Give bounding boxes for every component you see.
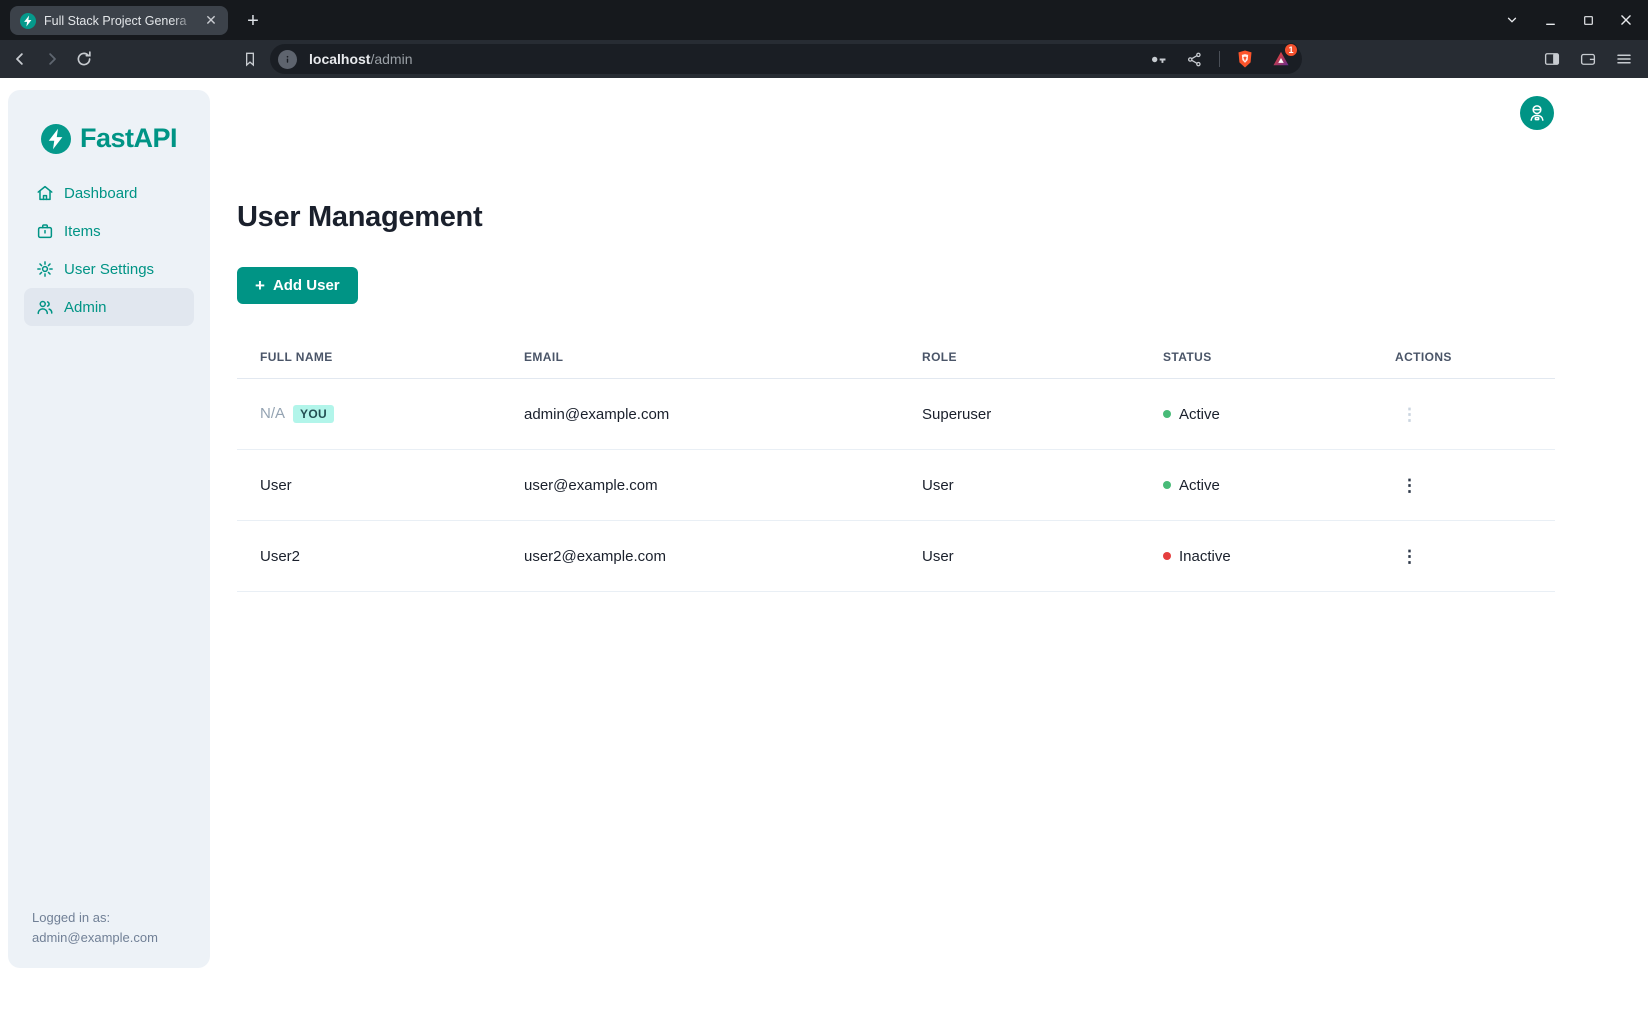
sidebar-item-label: User Settings: [64, 261, 154, 278]
sidebar-item-admin[interactable]: Admin: [24, 288, 194, 326]
browser-window: Full Stack Project Genera ✕ +: [0, 0, 1648, 1025]
url-host: localhost: [309, 51, 370, 67]
gear-icon: [36, 260, 54, 278]
sidebar: FastAPI Dashboard Items User Settings: [8, 90, 210, 968]
password-key-icon[interactable]: [1147, 48, 1169, 70]
kebab-menu-icon[interactable]: ⋮: [1395, 544, 1424, 569]
maximize-button[interactable]: [1574, 6, 1602, 34]
back-button[interactable]: [6, 45, 34, 73]
status-label: Inactive: [1179, 548, 1231, 565]
brave-shield-icon[interactable]: [1234, 48, 1256, 70]
cell-email: user@example.com: [501, 450, 899, 521]
toolbar-divider: [1219, 51, 1220, 67]
logged-in-label: Logged in as:: [32, 908, 158, 928]
table-header-row: FULL NAME EMAIL ROLE STATUS ACTIONS: [237, 336, 1555, 379]
add-user-button[interactable]: + Add User: [237, 267, 358, 304]
menu-hamburger-icon[interactable]: [1610, 45, 1638, 73]
column-header-role: ROLE: [899, 336, 1140, 379]
cell-actions: ⋮: [1372, 450, 1555, 521]
sidebar-item-user-settings[interactable]: User Settings: [24, 250, 194, 288]
cell-role: User: [899, 450, 1140, 521]
table-row: User user@example.com User Active ⋮: [237, 450, 1555, 521]
browser-tab[interactable]: Full Stack Project Genera ✕: [10, 6, 228, 35]
briefcase-icon: [36, 222, 54, 240]
column-header-actions: ACTIONS: [1372, 336, 1555, 379]
cell-full-name: N/A YOU: [237, 379, 501, 450]
user-menu-button[interactable]: [1520, 96, 1554, 130]
sidebar-item-label: Dashboard: [64, 185, 137, 202]
fastapi-favicon-icon: [20, 13, 36, 29]
close-window-button[interactable]: [1612, 6, 1640, 34]
logged-in-as: Logged in as: admin@example.com: [32, 908, 158, 948]
sidebar-item-dashboard[interactable]: Dashboard: [24, 174, 194, 212]
cell-actions: ⋮: [1372, 521, 1555, 592]
url-bar-actions: 1: [1147, 48, 1292, 70]
share-icon[interactable]: [1183, 48, 1205, 70]
window-controls: [1498, 0, 1640, 40]
you-badge: YOU: [293, 405, 334, 423]
table-row: N/A YOU admin@example.com Superuser Activ…: [237, 379, 1555, 450]
url-path: /admin: [370, 51, 412, 67]
browser-titlebar: Full Stack Project Genera ✕ +: [0, 0, 1648, 40]
cell-full-name: User2: [237, 521, 501, 592]
forward-button[interactable]: [38, 45, 66, 73]
column-header-full-name: FULL NAME: [237, 336, 501, 379]
url-text[interactable]: localhost/admin: [309, 51, 1147, 67]
cell-role: Superuser: [899, 379, 1140, 450]
cell-actions: ⋮: [1372, 379, 1555, 450]
rewards-badge: 1: [1284, 43, 1298, 57]
users-table: FULL NAME EMAIL ROLE STATUS ACTIONS N/A Y…: [237, 336, 1555, 592]
fastapi-logo-icon: [41, 124, 71, 154]
app-page: FastAPI Dashboard Items User Settings: [0, 78, 1648, 1025]
status-label: Active: [1179, 406, 1220, 423]
column-header-status: STATUS: [1140, 336, 1372, 379]
cell-full-name: User: [237, 450, 501, 521]
cell-email: admin@example.com: [501, 379, 899, 450]
status-dot-inactive: [1163, 552, 1171, 560]
kebab-menu-icon: ⋮: [1395, 402, 1424, 427]
status-label: Active: [1179, 477, 1220, 494]
status-dot-active: [1163, 410, 1171, 418]
plus-icon: +: [255, 277, 265, 294]
main-content: User Management + Add User FULL NAME EMA…: [237, 78, 1555, 592]
cell-status: Active: [1140, 450, 1372, 521]
new-tab-button[interactable]: +: [240, 8, 266, 34]
kebab-menu-icon[interactable]: ⋮: [1395, 473, 1424, 498]
cell-email: user2@example.com: [501, 521, 899, 592]
status-dot-active: [1163, 481, 1171, 489]
column-header-email: EMAIL: [501, 336, 899, 379]
cell-status: Inactive: [1140, 521, 1372, 592]
browser-toolbar: localhost/admin: [0, 40, 1648, 78]
cell-status: Active: [1140, 379, 1372, 450]
site-info-icon[interactable]: [278, 50, 297, 69]
reload-button[interactable]: [70, 45, 98, 73]
wallet-icon[interactable]: [1574, 45, 1602, 73]
cell-role: User: [899, 521, 1140, 592]
table-row: User2 user2@example.com User Inactive ⋮: [237, 521, 1555, 592]
brave-rewards-icon[interactable]: 1: [1270, 48, 1292, 70]
sidebar-nav: Dashboard Items User Settings Admin: [8, 174, 210, 326]
tab-close-icon[interactable]: ✕: [202, 12, 220, 30]
user-avatar-icon: [1527, 103, 1547, 123]
add-user-label: Add User: [273, 277, 340, 294]
brand-name: FastAPI: [80, 123, 177, 154]
logged-in-email: admin@example.com: [32, 928, 158, 948]
sidebar-item-label: Items: [64, 223, 101, 240]
sidebar-toggle-icon[interactable]: [1538, 45, 1566, 73]
bookmark-icon[interactable]: [236, 45, 264, 73]
sidebar-item-label: Admin: [64, 299, 107, 316]
home-icon: [36, 184, 54, 202]
minimize-button[interactable]: [1536, 6, 1564, 34]
tab-search-chevron-icon[interactable]: [1498, 6, 1526, 34]
toolbar-right-actions: [1538, 40, 1638, 78]
brand: FastAPI: [8, 90, 210, 154]
users-icon: [36, 298, 54, 316]
tab-title: Full Stack Project Genera: [44, 14, 198, 28]
url-bar[interactable]: localhost/admin: [270, 44, 1302, 74]
sidebar-item-items[interactable]: Items: [24, 212, 194, 250]
page-title: User Management: [237, 78, 1555, 234]
full-name-value: N/A: [260, 405, 285, 422]
